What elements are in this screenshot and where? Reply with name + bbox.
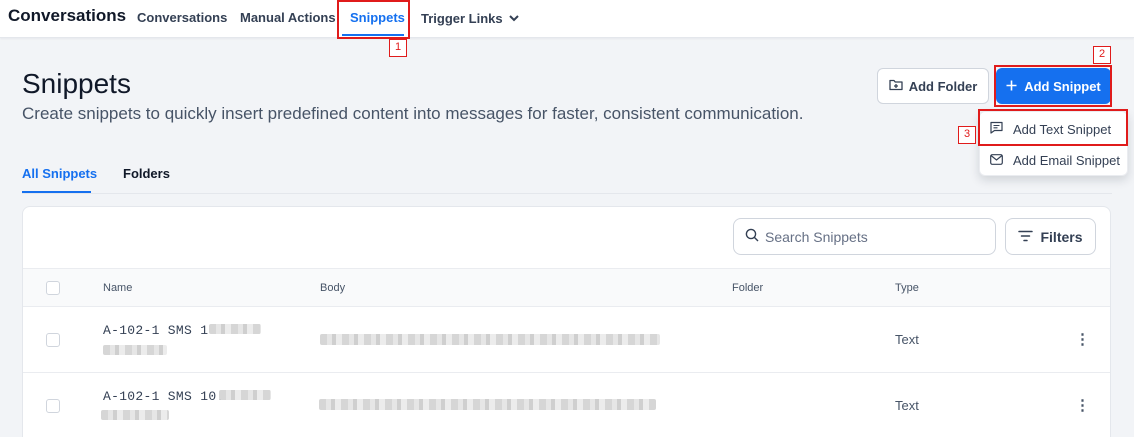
page-subtitle: Create snippets to quickly insert predef…: [22, 104, 804, 123]
snippets-card: Search Snippets Filters Name Body Folder…: [22, 206, 1111, 437]
add-folder-label: Add Folder: [908, 78, 978, 94]
annotation-box-1: [337, 0, 410, 39]
table-row[interactable]: A-102-1 SMS 10: Text ⋮: [23, 373, 1110, 437]
nav-tab-trigger-links-label: Trigger Links: [421, 11, 503, 26]
page-title: Snippets: [22, 68, 131, 99]
tab-folders[interactable]: Folders: [123, 166, 170, 181]
annotation-box-2: [994, 65, 1112, 107]
filters-button[interactable]: Filters: [1005, 218, 1096, 255]
filter-lines-icon: [1018, 229, 1034, 245]
column-folder[interactable]: Folder: [732, 282, 763, 294]
active-subtab-indicator: [22, 191, 91, 193]
annotation-label-1: 1: [389, 39, 407, 57]
table-header: Name Body Folder Type: [23, 268, 1110, 307]
snippet-name-text: A-102-1 SMS 10:: [103, 389, 225, 404]
add-folder-button[interactable]: Add Folder: [877, 68, 989, 104]
select-all-checkbox[interactable]: [46, 281, 60, 295]
redacted-body: [319, 399, 656, 410]
row-actions-icon[interactable]: ⋮: [1075, 396, 1090, 414]
column-body[interactable]: Body: [320, 282, 345, 294]
search-placeholder: Search Snippets: [765, 228, 868, 245]
annotation-label-2: 2: [1093, 46, 1111, 64]
mail-icon: [990, 153, 1003, 168]
snippet-name: A-102-1 SMS 1:: [103, 323, 216, 338]
redacted-text: [219, 390, 271, 400]
row-checkbox[interactable]: [46, 399, 60, 413]
annotation-label-3: 3: [958, 126, 976, 144]
folder-plus-icon: [889, 78, 903, 94]
redacted-text: [101, 410, 169, 420]
filters-label: Filters: [1040, 228, 1083, 245]
nav-tab-conversations[interactable]: Conversations: [137, 10, 227, 25]
redacted-text: [209, 324, 261, 334]
column-type[interactable]: Type: [895, 282, 919, 294]
app-title: Conversations: [8, 6, 127, 25]
tabs-divider: [22, 193, 1112, 194]
column-name[interactable]: Name: [103, 282, 132, 294]
search-input[interactable]: Search Snippets: [733, 218, 996, 255]
redacted-body: [320, 334, 660, 345]
snippet-name: A-102-1 SMS 10:: [103, 389, 225, 404]
redacted-text: [103, 345, 167, 355]
row-actions-icon[interactable]: ⋮: [1075, 330, 1090, 348]
menu-item-label: Add Email Snippet: [1013, 152, 1120, 168]
menu-item-add-email-snippet[interactable]: Add Email Snippet: [980, 145, 1129, 175]
row-checkbox[interactable]: [46, 333, 60, 347]
top-nav: Conversations Conversations Manual Actio…: [0, 0, 1134, 38]
chevron-down-icon: [508, 10, 519, 25]
annotation-box-3: [978, 109, 1128, 146]
nav-tab-trigger-links[interactable]: Trigger Links: [421, 10, 519, 26]
snippet-type: Text: [895, 332, 919, 347]
nav-tab-manual-actions[interactable]: Manual Actions: [240, 10, 336, 25]
table-row[interactable]: A-102-1 SMS 1: Text ⋮: [23, 307, 1110, 373]
snippet-name-text: A-102-1 SMS 1:: [103, 323, 217, 338]
snippet-type: Text: [895, 398, 919, 413]
search-icon: [745, 228, 759, 245]
tab-all-snippets[interactable]: All Snippets: [22, 166, 97, 181]
